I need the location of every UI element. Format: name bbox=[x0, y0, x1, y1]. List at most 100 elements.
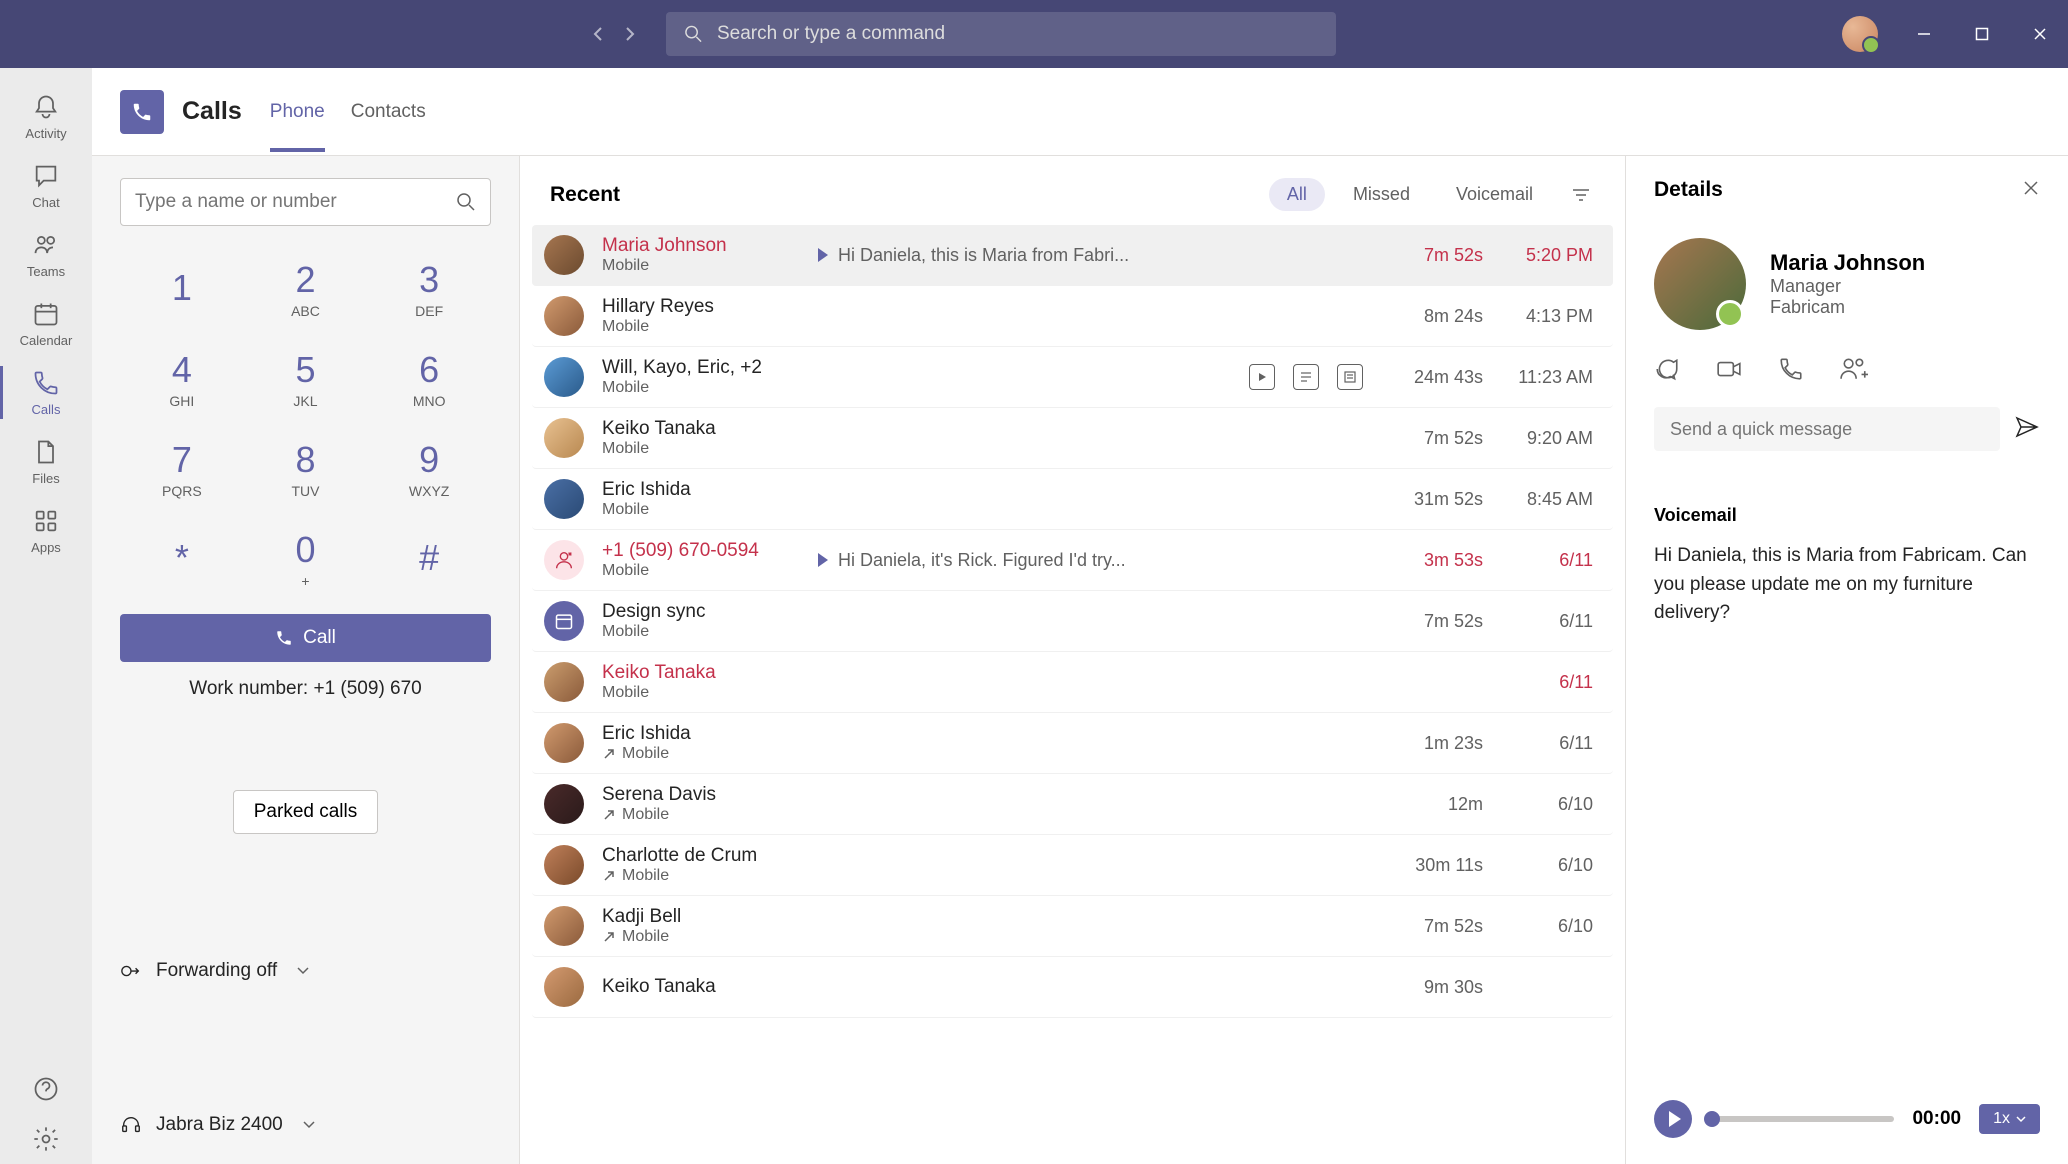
title-bar bbox=[0, 0, 2068, 68]
bell-icon bbox=[31, 92, 61, 122]
call-row[interactable]: Kadji Bell Mobile 7m 52s 6/10 bbox=[532, 896, 1613, 957]
key-0[interactable]: 0+ bbox=[244, 514, 368, 604]
minimize-button[interactable] bbox=[1912, 22, 1936, 46]
recording-icon[interactable] bbox=[1249, 364, 1275, 390]
call-sub: Mobile bbox=[602, 684, 802, 702]
call-row[interactable]: Serena Davis Mobile 12m 6/10 bbox=[532, 774, 1613, 835]
notes-icon[interactable] bbox=[1337, 364, 1363, 390]
call-name: Eric Ishida bbox=[602, 723, 802, 745]
call-row[interactable]: Keiko Tanaka 9m 30s bbox=[532, 957, 1613, 1018]
keypad: 12ABC3DEF 4GHI5JKL6MNO 7PQRS8TUV9WXYZ *0+# bbox=[120, 244, 491, 604]
back-button[interactable] bbox=[586, 22, 610, 46]
rail-item-apps[interactable]: Apps bbox=[0, 496, 92, 565]
key-9[interactable]: 9WXYZ bbox=[367, 424, 491, 514]
call-button-label: Call bbox=[303, 627, 336, 649]
filter-button[interactable] bbox=[1567, 181, 1595, 209]
tab-contacts[interactable]: Contacts bbox=[351, 73, 426, 151]
forwarding-toggle[interactable]: Forwarding off bbox=[120, 954, 491, 988]
device-select[interactable]: Jabra Biz 2400 bbox=[120, 1108, 491, 1142]
search-input[interactable] bbox=[717, 23, 1318, 45]
seek-slider[interactable] bbox=[1710, 1116, 1894, 1122]
call-time: 6/10 bbox=[1513, 916, 1593, 937]
call-duration: 12m bbox=[1393, 794, 1483, 815]
key-7[interactable]: 7PQRS bbox=[120, 424, 244, 514]
dialer-panel: 12ABC3DEF4GHI5JKL6MNO7PQRS8TUV9WXYZ*0+# … bbox=[92, 156, 520, 1164]
call-duration: 24m 43s bbox=[1393, 367, 1483, 388]
call-duration: 9m 30s bbox=[1393, 977, 1483, 998]
call-sub: Mobile bbox=[602, 379, 802, 397]
call-duration: 1m 23s bbox=[1393, 733, 1483, 754]
chat-icon bbox=[31, 161, 61, 191]
parked-calls-button[interactable]: Parked calls bbox=[233, 790, 379, 834]
close-details-button[interactable] bbox=[2022, 179, 2040, 202]
key-*[interactable]: * bbox=[120, 514, 244, 604]
call-row[interactable]: Keiko Tanaka Mobile 7m 52s 9:20 AM bbox=[532, 408, 1613, 469]
call-row[interactable]: Will, Kayo, Eric, +2 Mobile 24m 43s 11:2… bbox=[532, 347, 1613, 408]
call-duration: 7m 52s bbox=[1393, 916, 1483, 937]
call-action[interactable] bbox=[1778, 356, 1804, 387]
file-icon bbox=[31, 437, 61, 467]
voicemail-preview: Hi Daniela, it's Rick. Figured I'd try..… bbox=[818, 550, 1126, 571]
playback-time: 00:00 bbox=[1912, 1108, 1961, 1130]
forwarding-label: Forwarding off bbox=[156, 960, 277, 982]
send-button[interactable] bbox=[2014, 415, 2040, 444]
transcript-icon[interactable] bbox=[1293, 364, 1319, 390]
rail-item-calls[interactable]: Calls bbox=[0, 358, 92, 427]
row-avatar bbox=[544, 967, 584, 1007]
outgoing-icon bbox=[602, 747, 616, 761]
contact-role: Manager bbox=[1770, 276, 1925, 297]
rail-item-activity[interactable]: Activity bbox=[0, 82, 92, 151]
call-row[interactable]: Maria Johnson Mobile Hi Daniela, this is… bbox=[532, 225, 1613, 286]
key-#[interactable]: # bbox=[367, 514, 491, 604]
key-5[interactable]: 5JKL bbox=[244, 334, 368, 424]
call-button[interactable]: Call bbox=[120, 614, 491, 662]
voicemail-preview: Hi Daniela, this is Maria from Fabri... bbox=[818, 245, 1129, 266]
playback-speed[interactable]: 1x bbox=[1979, 1104, 2040, 1134]
forward-button[interactable] bbox=[618, 22, 642, 46]
dial-search[interactable] bbox=[120, 178, 491, 226]
profile-avatar[interactable] bbox=[1842, 16, 1878, 52]
call-row[interactable]: Eric Ishida Mobile 1m 23s 6/11 bbox=[532, 713, 1613, 774]
filter-missed[interactable]: Missed bbox=[1335, 178, 1428, 211]
recent-panel: Recent AllMissedVoicemail Maria Johnson … bbox=[520, 156, 1626, 1164]
video-action[interactable] bbox=[1716, 356, 1742, 387]
quick-message-input[interactable] bbox=[1654, 407, 2000, 451]
call-row[interactable]: Keiko Tanaka Mobile 6/11 bbox=[532, 652, 1613, 713]
settings-button[interactable] bbox=[0, 1114, 92, 1164]
chat-action[interactable] bbox=[1654, 356, 1680, 387]
help-button[interactable] bbox=[0, 1064, 92, 1114]
outgoing-icon bbox=[602, 808, 616, 822]
key-6[interactable]: 6MNO bbox=[367, 334, 491, 424]
add-people-action[interactable] bbox=[1840, 356, 1868, 387]
details-title: Details bbox=[1654, 178, 1723, 202]
search-icon bbox=[456, 192, 476, 212]
call-row[interactable]: +1 (509) 670-0594 Mobile Hi Daniela, it'… bbox=[532, 530, 1613, 591]
filter-all[interactable]: All bbox=[1269, 178, 1325, 211]
call-row[interactable]: Charlotte de Crum Mobile 30m 11s 6/10 bbox=[532, 835, 1613, 896]
key-8[interactable]: 8TUV bbox=[244, 424, 368, 514]
rail-item-teams[interactable]: Teams bbox=[0, 220, 92, 289]
call-row[interactable]: Design sync Mobile 7m 52s 6/11 bbox=[532, 591, 1613, 652]
play-button[interactable] bbox=[1654, 1100, 1692, 1138]
row-avatar bbox=[544, 296, 584, 336]
key-3[interactable]: 3DEF bbox=[367, 244, 491, 334]
command-search[interactable] bbox=[666, 12, 1336, 56]
key-1[interactable]: 1 bbox=[120, 244, 244, 334]
call-row[interactable]: Hillary Reyes Mobile 8m 24s 4:13 PM bbox=[532, 286, 1613, 347]
header-tabs: Phone Contacts bbox=[270, 73, 426, 151]
key-4[interactable]: 4GHI bbox=[120, 334, 244, 424]
call-sub: Mobile bbox=[602, 257, 802, 275]
row-avatar bbox=[544, 418, 584, 458]
rail-item-calendar[interactable]: Calendar bbox=[0, 289, 92, 358]
maximize-button[interactable] bbox=[1970, 22, 1994, 46]
dial-input[interactable] bbox=[135, 191, 456, 213]
tab-phone[interactable]: Phone bbox=[270, 73, 325, 151]
call-row[interactable]: Eric Ishida Mobile 31m 52s 8:45 AM bbox=[532, 469, 1613, 530]
chevron-down-icon bbox=[303, 1121, 315, 1129]
rail-item-chat[interactable]: Chat bbox=[0, 151, 92, 220]
call-name: Will, Kayo, Eric, +2 bbox=[602, 357, 802, 379]
close-button[interactable] bbox=[2028, 22, 2052, 46]
key-2[interactable]: 2ABC bbox=[244, 244, 368, 334]
filter-voicemail[interactable]: Voicemail bbox=[1438, 178, 1551, 211]
rail-item-files[interactable]: Files bbox=[0, 427, 92, 496]
